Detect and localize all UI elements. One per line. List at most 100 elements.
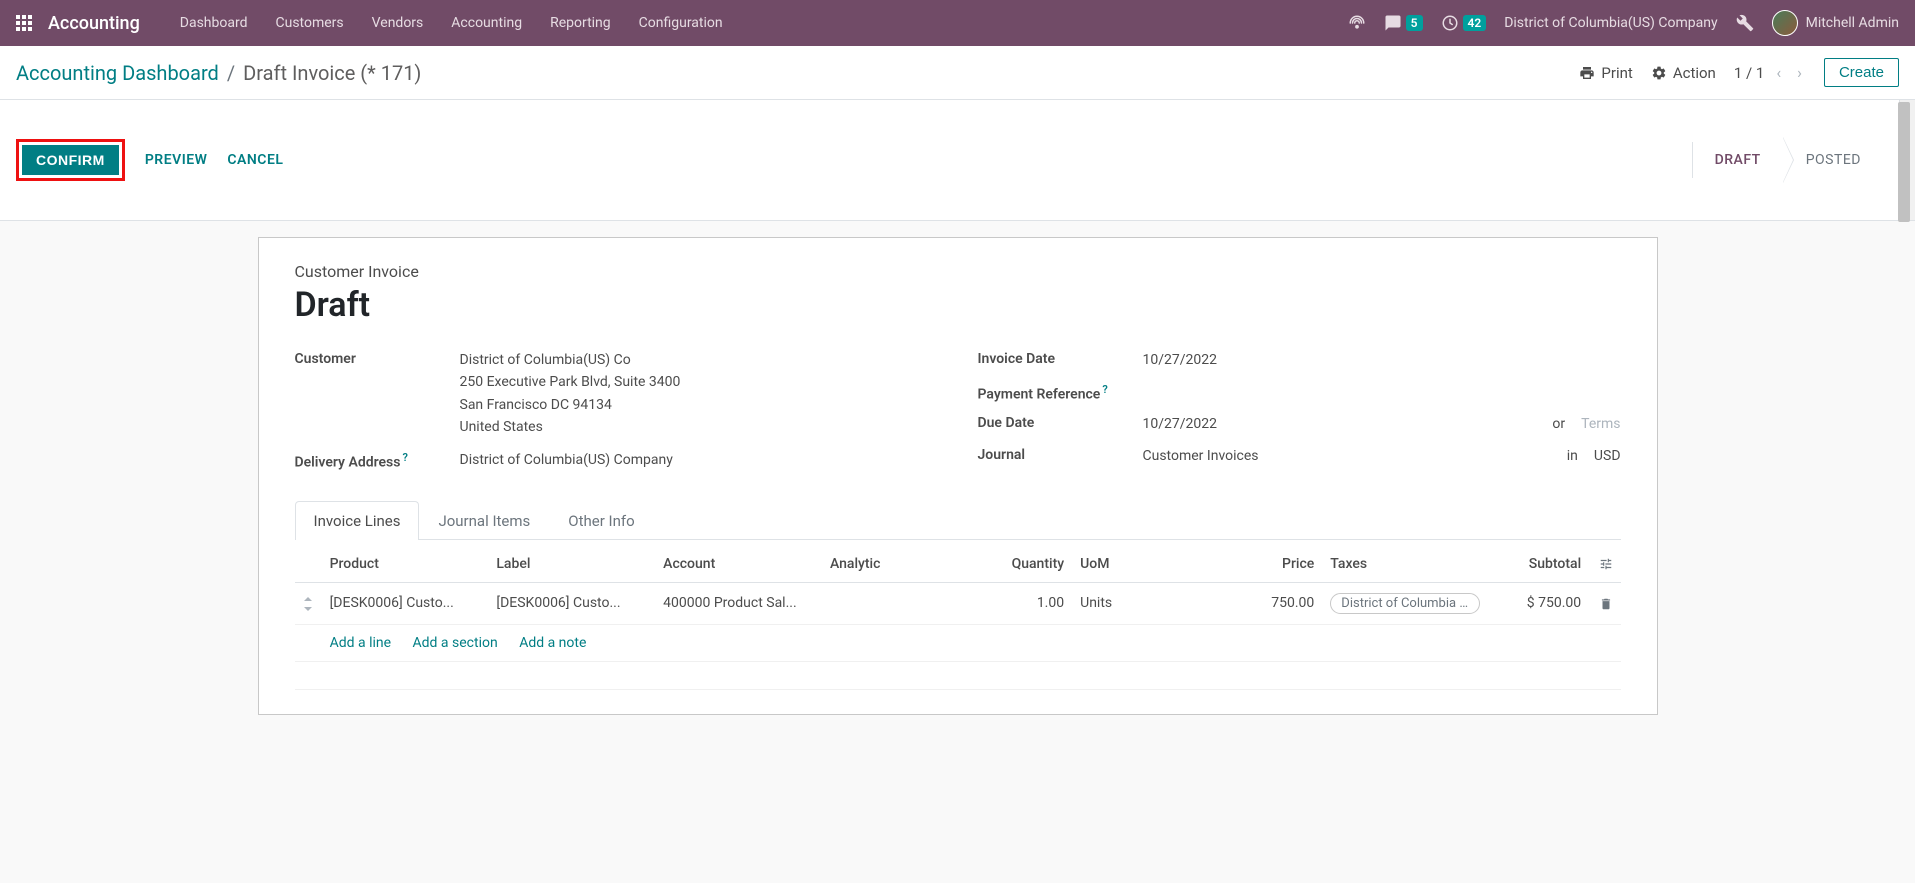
cell-uom[interactable]: Units [1072,582,1135,624]
breadcrumb-parent[interactable]: Accounting Dashboard [16,61,219,85]
customer-city: San Francisco DC 94134 [460,394,938,416]
add-note-link[interactable]: Add a note [519,635,586,651]
th-price[interactable]: Price [1135,546,1323,583]
cell-product[interactable]: [DESK0006] Custo... [322,582,489,624]
voip-icon[interactable] [1348,14,1366,32]
invoice-date-value[interactable]: 10/27/2022 [1143,349,1621,371]
form-container: Customer Invoice Draft Customer District… [0,221,1915,731]
cancel-button[interactable]: CANCEL [227,152,283,168]
customer-street: 250 Executive Park Blvd, Suite 3400 [460,371,938,393]
messages-badge: 5 [1406,15,1423,31]
action-label: Action [1673,64,1716,82]
th-analytic[interactable]: Analytic [822,546,968,583]
status-posted[interactable]: POSTED [1783,142,1883,178]
user-menu[interactable]: Mitchell Admin [1772,10,1899,36]
or-label: or [1552,413,1565,435]
delete-row-icon[interactable] [1599,595,1613,611]
confirm-highlight: CONFIRM [16,139,125,181]
th-settings[interactable] [1589,546,1620,583]
breadcrumb: Accounting Dashboard / Draft Invoice (* … [16,61,421,85]
print-button[interactable]: Print [1579,64,1632,82]
table-row[interactable]: [DESK0006] Custo... [DESK0006] Custo... … [295,582,1621,624]
pager-next-icon[interactable]: › [1793,61,1806,84]
tax-tag[interactable]: District of Columbia Sa [1330,593,1480,614]
invoice-date-label: Invoice Date [978,349,1143,367]
columns-settings-icon[interactable] [1599,556,1613,572]
status-steps: DRAFT POSTED [1692,142,1883,178]
nav-menu: Dashboard Customers Vendors Accounting R… [168,9,735,37]
breadcrumb-separator: / [227,61,235,85]
user-name: Mitchell Admin [1806,15,1899,31]
journal-value[interactable]: Customer Invoices [1143,445,1259,467]
terms-field[interactable]: Terms [1581,413,1620,435]
pager-prev-icon[interactable]: ‹ [1772,61,1785,84]
scroll-gutter [1899,100,1915,220]
form-left-column: Customer District of Columbia(US) Co 250… [295,349,938,481]
tab-invoice-lines[interactable]: Invoice Lines [295,501,420,540]
handle-column [295,546,322,583]
cell-taxes[interactable]: District of Columbia Sa [1322,582,1495,624]
customer-value[interactable]: District of Columbia(US) Co 250 Executiv… [460,349,938,439]
payment-reference-label: Payment Reference? [978,381,1143,403]
journal-label: Journal [978,445,1143,463]
form-right-column: Invoice Date 10/27/2022 Payment Referenc… [978,349,1621,481]
print-icon [1579,65,1595,81]
form-sheet: Customer Invoice Draft Customer District… [258,237,1658,715]
in-label: in [1567,445,1578,467]
gear-icon [1651,65,1667,81]
cell-price[interactable]: 750.00 [1135,582,1323,624]
cell-analytic[interactable] [822,582,968,624]
add-line-link[interactable]: Add a line [330,635,391,651]
activities-icon[interactable]: 42 [1441,14,1487,32]
add-section-link[interactable]: Add a section [413,635,498,651]
th-uom[interactable]: UoM [1072,546,1135,583]
nav-reporting[interactable]: Reporting [538,9,623,37]
th-account[interactable]: Account [655,546,822,583]
due-date-label: Due Date [978,413,1143,431]
nav-configuration[interactable]: Configuration [627,9,735,37]
customer-label: Customer [295,349,460,367]
due-date-value[interactable]: 10/27/2022 [1143,413,1218,435]
statusbar: CONFIRM PREVIEW CANCEL DRAFT POSTED [0,100,1899,220]
nav-vendors[interactable]: Vendors [360,9,436,37]
control-panel: Accounting Dashboard / Draft Invoice (* … [0,46,1915,100]
customer-name: District of Columbia(US) Co [460,349,938,371]
help-icon[interactable]: ? [402,451,407,464]
print-label: Print [1601,64,1632,82]
th-taxes[interactable]: Taxes [1322,546,1495,583]
confirm-button[interactable]: CONFIRM [22,145,119,175]
form-title: Draft [295,285,1621,325]
cell-quantity[interactable]: 1.00 [968,582,1072,624]
messages-icon[interactable]: 5 [1384,14,1423,32]
status-draft[interactable]: DRAFT [1692,142,1783,178]
nav-customers[interactable]: Customers [264,9,356,37]
tab-other-info[interactable]: Other Info [549,501,653,540]
drag-handle-icon[interactable] [295,582,322,624]
activities-badge: 42 [1463,15,1487,31]
cell-account[interactable]: 400000 Product Sal... [655,582,822,624]
user-avatar [1772,10,1798,36]
cell-label[interactable]: [DESK0006] Custo... [488,582,655,624]
th-label[interactable]: Label [488,546,655,583]
th-subtotal[interactable]: Subtotal [1495,546,1589,583]
pager-value[interactable]: 1 / 1 [1734,64,1765,82]
cell-subtotal: $ 750.00 [1495,582,1589,624]
pager: 1 / 1 ‹ › [1734,61,1806,84]
nav-dashboard[interactable]: Dashboard [168,9,260,37]
company-selector[interactable]: District of Columbia(US) Company [1504,15,1717,31]
delivery-address-value[interactable]: District of Columbia(US) Company [460,449,938,471]
create-button[interactable]: Create [1824,58,1899,87]
th-product[interactable]: Product [322,546,489,583]
customer-country: United States [460,416,938,438]
scroll-thumb[interactable] [1898,102,1910,222]
action-button[interactable]: Action [1651,64,1716,82]
currency-value[interactable]: USD [1594,445,1621,467]
nav-accounting[interactable]: Accounting [439,9,534,37]
apps-icon[interactable] [16,15,32,31]
tab-journal-items[interactable]: Journal Items [419,501,549,540]
debug-icon[interactable] [1736,14,1754,32]
th-quantity[interactable]: Quantity [968,546,1072,583]
preview-button[interactable]: PREVIEW [145,152,208,168]
app-brand[interactable]: Accounting [48,13,140,34]
help-icon[interactable]: ? [1102,383,1107,396]
